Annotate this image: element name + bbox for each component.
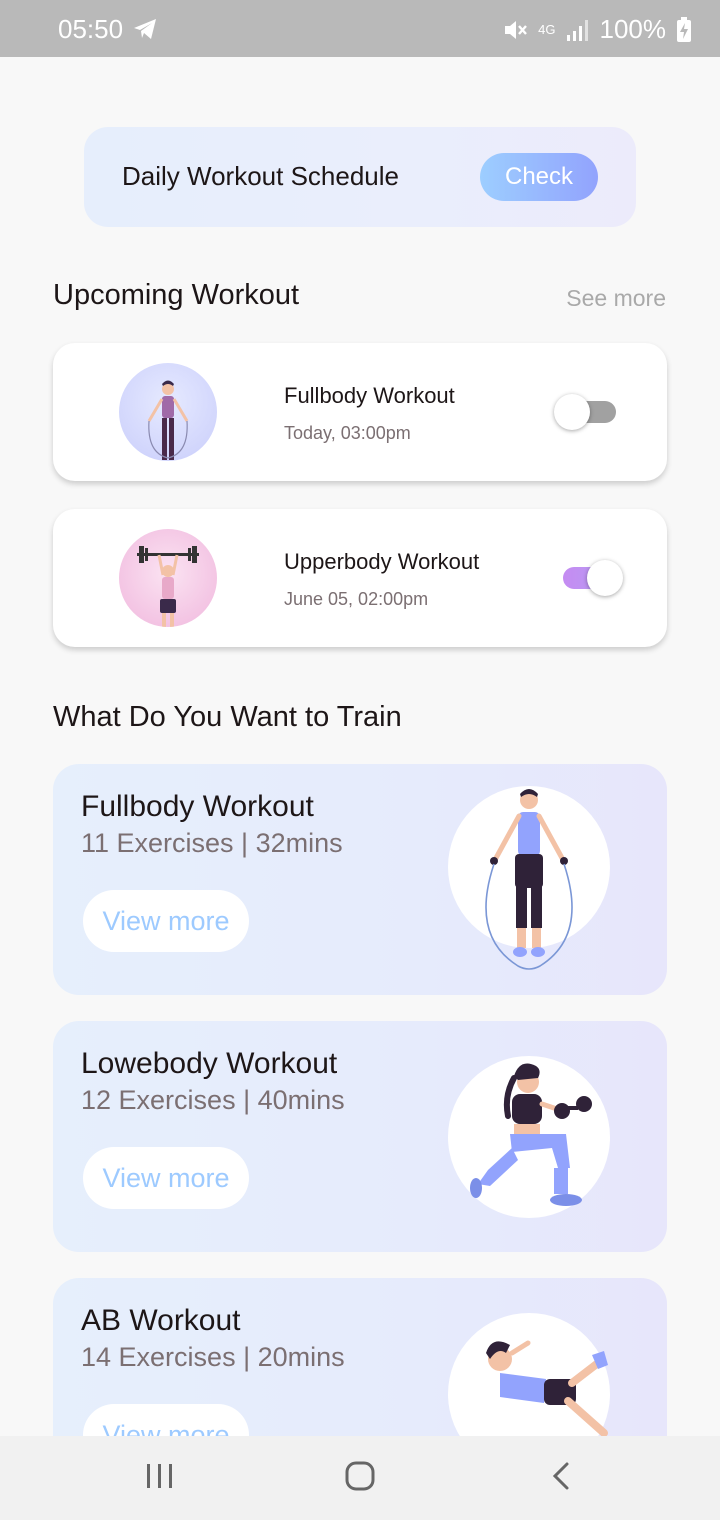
upcoming-workout-card[interactable]: Upperbody Workout June 05, 02:00pm <box>53 509 667 647</box>
check-button[interactable]: Check <box>480 153 598 201</box>
daily-schedule-card: Daily Workout Schedule Check <box>84 127 636 227</box>
signal-icon <box>566 19 588 41</box>
network-type: 4G <box>538 22 556 37</box>
view-more-button[interactable]: View more <box>83 1147 249 1209</box>
train-card[interactable]: Fullbody Workout 11 Exercises | 32mins V… <box>53 764 667 995</box>
train-meta: 11 Exercises | 32mins <box>81 828 343 858</box>
upcoming-workout-card[interactable]: Fullbody Workout Today, 03:00pm <box>53 343 667 481</box>
notification-toggle-on[interactable] <box>559 558 623 598</box>
train-heading: What Do You Want to Train <box>53 701 402 733</box>
barbell-mini-illustration <box>137 546 199 627</box>
see-more-link[interactable]: See more <box>566 285 666 312</box>
upcoming-title: Upperbody Workout <box>284 549 480 574</box>
status-indicators: 4G 100% <box>502 14 692 45</box>
upcoming-time: June 05, 02:00pm <box>284 589 429 609</box>
upperbody-avatar <box>119 529 217 627</box>
train-card[interactable]: Lowebody Workout 12 Exercises | 40mins V… <box>53 1021 667 1252</box>
train-title: AB Workout <box>81 1304 241 1337</box>
train-title: Lowebody Workout <box>81 1047 338 1080</box>
train-meta: 14 Exercises | 20mins <box>81 1342 345 1372</box>
toggle-thumb <box>587 560 623 596</box>
status-bar: 05:50 4G 100% <box>0 0 720 57</box>
upcoming-heading: Upcoming Workout <box>53 279 300 311</box>
battery-charging-icon <box>677 16 691 42</box>
train-meta: 12 Exercises | 40mins <box>81 1085 345 1115</box>
toggle-thumb <box>554 394 590 430</box>
fullbody-avatar <box>119 363 217 461</box>
jump-rope-mini-illustration <box>147 380 189 460</box>
recent-apps-icon[interactable] <box>145 1460 175 1492</box>
system-nav-bar <box>0 1436 720 1520</box>
mute-icon <box>505 20 528 39</box>
train-title: Fullbody Workout <box>81 790 314 823</box>
home-icon[interactable] <box>344 1460 376 1492</box>
back-icon[interactable] <box>549 1460 575 1492</box>
battery-percent: 100% <box>599 14 667 44</box>
telegram-icon <box>134 19 156 39</box>
notification-toggle-off[interactable] <box>554 392 616 432</box>
upcoming-time: Today, 03:00pm <box>284 423 411 443</box>
jump-rope-illustration <box>448 786 610 970</box>
schedule-title: Daily Workout Schedule <box>122 161 399 191</box>
lunge-dumbbell-illustration <box>448 1056 610 1218</box>
status-time: 05:50 <box>58 14 124 44</box>
view-more-button[interactable]: View more <box>83 890 249 952</box>
upcoming-title: Fullbody Workout <box>284 383 455 408</box>
